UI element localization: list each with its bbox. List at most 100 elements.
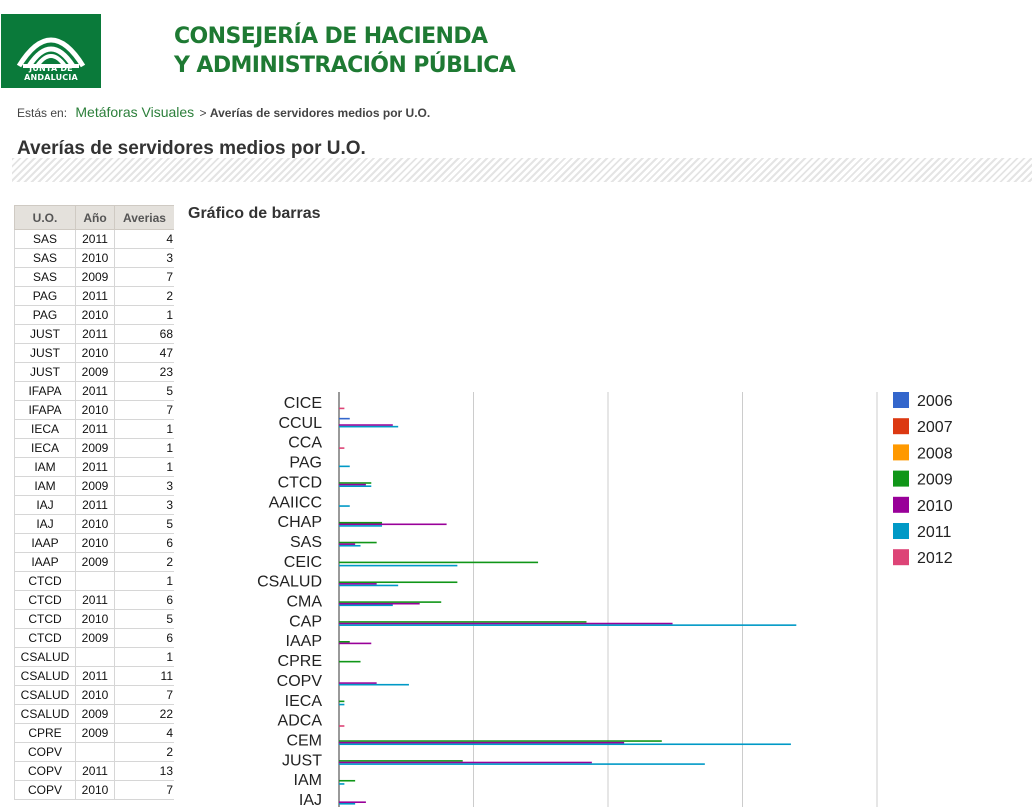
cell-uo: SAS	[14, 248, 76, 268]
breadcrumb-link-metaforas[interactable]: Metáforas Visuales	[75, 104, 194, 120]
cell-averias: 3	[114, 248, 174, 268]
cell-ano	[75, 742, 115, 762]
category-label-aaiicc: AAIICC	[269, 494, 322, 511]
bar-cma-2009[interactable]	[339, 601, 442, 603]
column-header-averias[interactable]: Averias	[114, 205, 174, 230]
legend-label-2012[interactable]: 2012	[917, 550, 953, 567]
table-row: IFAPA 2011 5	[14, 381, 174, 401]
cell-ano: 2010	[75, 305, 115, 325]
bar-cpre-2009[interactable]	[339, 660, 361, 663]
cell-averias: 1	[114, 647, 174, 667]
category-label-ccul: CCUL	[278, 415, 322, 432]
legend-label-2007[interactable]: 2007	[917, 419, 953, 436]
bar-iaj-2011[interactable]	[339, 803, 356, 805]
table-row: IFAPA 2010 7	[14, 400, 174, 420]
category-label-cap: CAP	[289, 613, 322, 630]
bar-adca-2012[interactable]	[339, 725, 345, 727]
cell-uo: SAS	[14, 229, 76, 249]
bar-ieca-2011[interactable]	[339, 703, 345, 706]
bar-iam-2011[interactable]	[339, 783, 345, 785]
column-header-ano[interactable]: Año	[75, 205, 115, 230]
legend-label-2008[interactable]: 2008	[917, 445, 953, 462]
bar-copv-2010[interactable]	[339, 682, 377, 684]
cell-averias: 7	[114, 685, 174, 705]
bar-csalud-2009[interactable]	[339, 581, 458, 584]
bar-ieca-2009[interactable]	[339, 700, 345, 703]
cell-averias: 2	[114, 742, 174, 762]
category-label-copv: COPV	[277, 673, 323, 690]
cell-uo: CSALUD	[14, 685, 76, 705]
category-label-sas: SAS	[290, 534, 322, 551]
bar-iaap-2009[interactable]	[339, 641, 350, 643]
bar-cma-2010[interactable]	[339, 602, 420, 605]
bar-cca-2012[interactable]	[339, 447, 345, 449]
table-row: JUST 2011 68	[14, 324, 174, 344]
bar-csalud-2010[interactable]	[339, 583, 377, 585]
bar-cem-2009[interactable]	[339, 740, 662, 742]
table-row: CTCD 2009 6	[14, 628, 174, 648]
bar-csalud-2011[interactable]	[339, 584, 399, 587]
bar-cem-2010[interactable]	[339, 741, 625, 744]
bar-cem-2011[interactable]	[339, 743, 791, 746]
cell-uo: CTCD	[14, 609, 76, 629]
bar-ccul-2010[interactable]	[339, 424, 393, 426]
legend-label-2009[interactable]: 2009	[917, 472, 953, 489]
cell-uo: IAJ	[14, 514, 76, 534]
bar-cap-2010[interactable]	[339, 622, 673, 625]
cell-uo: IECA	[14, 419, 76, 439]
bar-cice-2012[interactable]	[339, 407, 345, 410]
bar-cap-2011[interactable]	[339, 624, 797, 626]
bar-aaiicc-2011[interactable]	[339, 505, 350, 507]
category-label-csalud: CSALUD	[257, 574, 322, 591]
bar-ceic-2011[interactable]	[339, 564, 458, 567]
cell-uo: IAM	[14, 457, 76, 477]
cell-uo: CTCD	[14, 628, 76, 648]
bar-sas-2009[interactable]	[339, 541, 377, 544]
bar-sas-2010[interactable]	[339, 543, 356, 545]
table-row: CSALUD 2011 11	[14, 666, 174, 686]
cell-ano: 2009	[75, 552, 115, 572]
bar-ctcd-2009[interactable]	[339, 482, 372, 484]
bar-chart: CICE CCUL CCA PAG CTCD AAIICC CHAP SAS CEIC CSALU…	[257, 392, 953, 807]
cell-uo: CSALUD	[14, 647, 76, 667]
table-row: IAAP 2009 2	[14, 552, 174, 572]
bar-sas-2011[interactable]	[339, 544, 361, 547]
category-label-ctcd: CTCD	[278, 474, 322, 491]
legend-label-2006[interactable]: 2006	[917, 393, 953, 410]
bar-just-2009[interactable]	[339, 760, 463, 762]
legend-swatch-2008	[893, 444, 909, 461]
bar-ctcd-2011[interactable]	[339, 485, 372, 487]
bar-cap-2009[interactable]	[339, 621, 587, 623]
legend-label-2011[interactable]: 2011	[917, 524, 952, 541]
cell-ano: 2010	[75, 343, 115, 363]
bar-chap-2009[interactable]	[339, 521, 383, 524]
bar-chap-2010[interactable]	[339, 523, 447, 526]
bar-ctcd-2010[interactable]	[339, 483, 366, 486]
table-row: IAJ 2010 5	[14, 514, 174, 534]
bar-ccul-2011[interactable]	[339, 425, 399, 428]
data-table-container[interactable]: U.O. Año Averias SAS 2011 4 SAS 2010 3 SAS 2009…	[14, 205, 174, 807]
table-row: COPV 2010 7	[14, 780, 174, 800]
cell-ano: 2009	[75, 723, 115, 743]
cell-averias: 47	[114, 343, 174, 363]
cell-uo: IFAPA	[14, 381, 76, 401]
bar-cma-2011[interactable]	[339, 604, 393, 607]
bar-chap-2011[interactable]	[339, 525, 383, 527]
bar-iam-2009[interactable]	[339, 779, 356, 782]
bar-copv-2011[interactable]	[339, 683, 409, 686]
cell-uo: IFAPA	[14, 400, 76, 420]
bar-just-2011[interactable]	[339, 763, 705, 765]
cell-averias: 68	[114, 324, 174, 344]
table-row: CTCD 2010 5	[14, 609, 174, 629]
cell-averias: 22	[114, 704, 174, 724]
bar-ccul-2006[interactable]	[339, 417, 350, 420]
category-label-chap: CHAP	[278, 514, 322, 531]
bar-just-2010[interactable]	[339, 761, 592, 764]
bar-iaj-2010[interactable]	[339, 801, 366, 803]
column-header-uo[interactable]: U.O.	[14, 205, 76, 230]
bar-pag-2011[interactable]	[339, 465, 350, 468]
junta-andalucia-logo[interactable]: JUNTA DE ANDALUCIA	[1, 14, 101, 88]
bar-ceic-2009[interactable]	[339, 561, 539, 564]
legend-label-2010[interactable]: 2010	[917, 498, 953, 515]
bar-iaap-2010[interactable]	[339, 642, 372, 645]
